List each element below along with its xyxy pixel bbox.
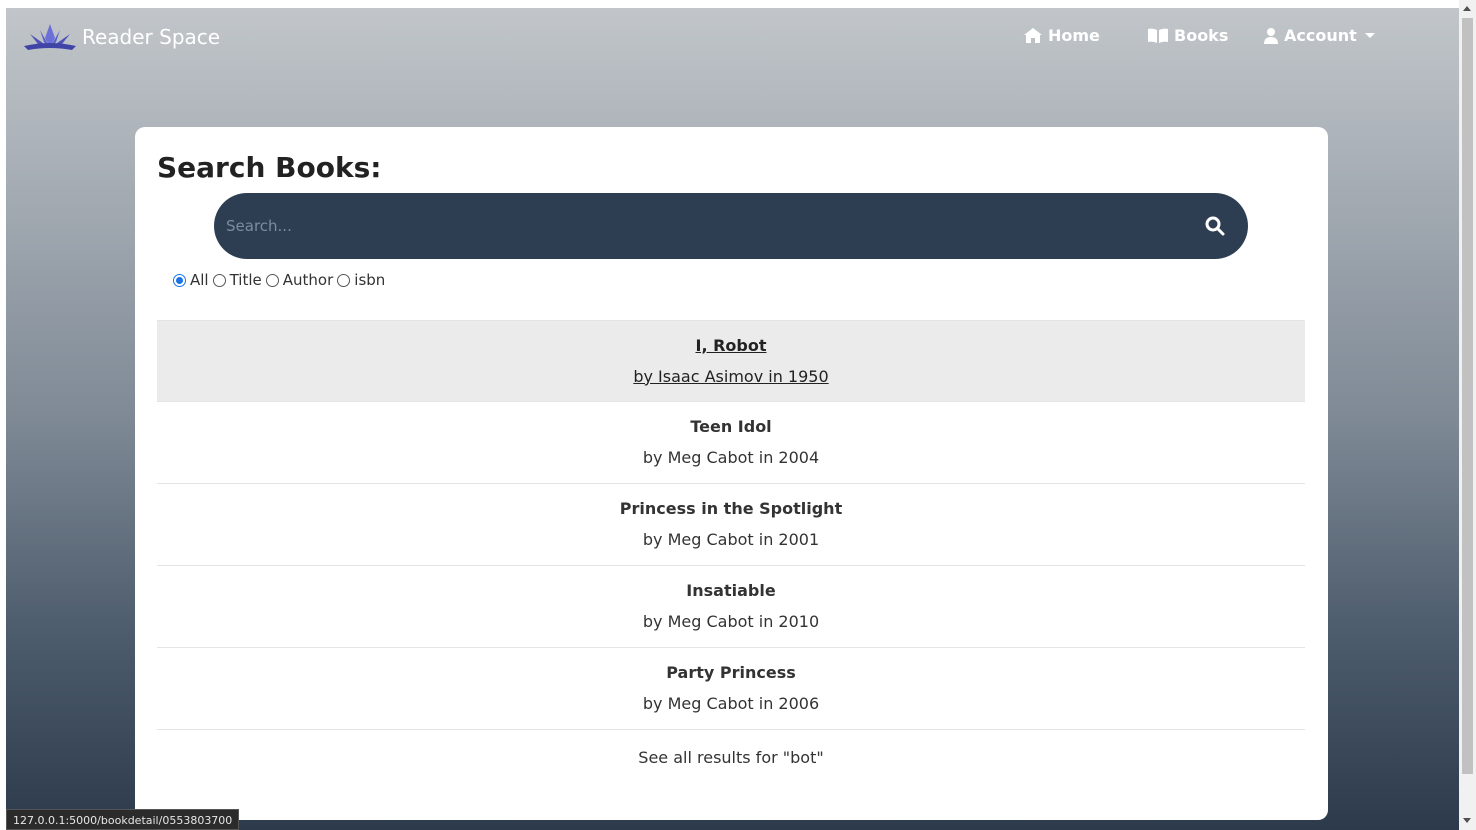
result-title: I, Robot	[695, 335, 767, 355]
filter-author-label: Author	[282, 271, 334, 289]
nav-home[interactable]: Home	[1024, 26, 1100, 45]
home-icon	[1024, 28, 1042, 43]
lotus-logo-icon	[24, 24, 76, 50]
scroll-up-arrow-icon[interactable]	[1463, 6, 1471, 11]
result-byline: by Meg Cabot in 2001	[642, 530, 820, 549]
nav-account-label: Account	[1284, 26, 1357, 45]
result-item[interactable]: Party Princess by Meg Cabot in 2006	[157, 648, 1305, 730]
result-byline: by Meg Cabot in 2010	[642, 612, 820, 631]
search-card: Search Books: All Title Author	[135, 127, 1328, 820]
radio-all[interactable]	[173, 273, 186, 287]
status-bar-url: 127.0.0.1:5000/bookdetail/0553803700	[6, 809, 240, 830]
result-title: Teen Idol	[690, 417, 772, 436]
search-filter-group: All Title Author isbn	[173, 271, 389, 289]
search-results-list: I, Robot by Isaac Asimov in 1950 Teen Id…	[157, 320, 1305, 784]
search-bar	[214, 193, 1248, 259]
radio-title[interactable]	[212, 273, 226, 287]
brand-link[interactable]: Reader Space	[22, 22, 220, 52]
top-border	[0, 0, 1459, 8]
open-book-icon	[1148, 28, 1168, 43]
result-item[interactable]: Insatiable by Meg Cabot in 2010	[157, 566, 1305, 648]
brand-name: Reader Space	[82, 25, 221, 49]
left-border	[0, 0, 6, 830]
result-title: Princess in the Spotlight	[619, 499, 843, 518]
filter-isbn-label: isbn	[354, 271, 386, 289]
search-input[interactable]	[226, 209, 1186, 243]
browser-viewport: Reader Space Home Books Account Search B…	[0, 0, 1459, 830]
filter-isbn[interactable]: isbn	[337, 271, 385, 289]
scroll-down-arrow-icon[interactable]	[1463, 818, 1471, 823]
navbar: Reader Space Home Books Account	[6, 8, 1459, 66]
filter-all[interactable]: All	[173, 271, 209, 289]
result-item[interactable]: Teen Idol by Meg Cabot in 2004	[157, 402, 1305, 484]
filter-title[interactable]: Title	[212, 271, 262, 289]
result-byline: by Meg Cabot in 2006	[642, 694, 820, 713]
result-title: Insatiable	[686, 581, 776, 600]
scrollbar-thumb[interactable]	[1462, 18, 1473, 774]
nav-account-dropdown[interactable]: Account	[1264, 26, 1375, 45]
result-byline: by Meg Cabot in 2004	[642, 448, 820, 467]
radio-isbn[interactable]	[337, 273, 351, 287]
filter-all-label: All	[190, 271, 209, 289]
see-all-results-link[interactable]: See all results for "bot"	[157, 730, 1305, 784]
nav-books[interactable]: Books	[1148, 26, 1228, 45]
user-icon	[1264, 27, 1278, 44]
result-title: Party Princess	[666, 663, 796, 682]
nav-books-label: Books	[1174, 26, 1229, 45]
filter-author[interactable]: Author	[265, 271, 334, 289]
radio-author[interactable]	[265, 273, 279, 287]
caret-down-icon	[1364, 33, 1375, 38]
page-scrollbar[interactable]	[1459, 0, 1476, 830]
result-item[interactable]: Princess in the Spotlight by Meg Cabot i…	[157, 484, 1305, 566]
search-icon[interactable]	[1204, 215, 1226, 237]
result-item[interactable]: I, Robot by Isaac Asimov in 1950	[157, 320, 1305, 402]
filter-title-label: Title	[229, 271, 262, 289]
page-title: Search Books:	[157, 151, 382, 184]
nav-home-label: Home	[1048, 26, 1100, 45]
result-byline: by Isaac Asimov in 1950	[633, 366, 829, 386]
